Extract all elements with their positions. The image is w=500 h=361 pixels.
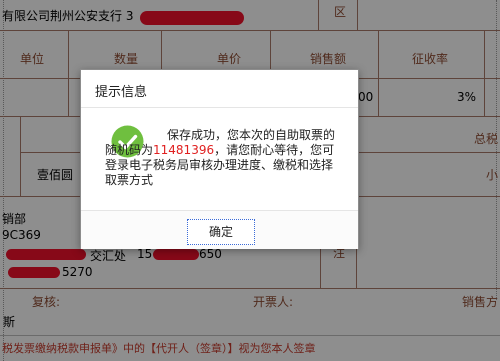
dialog-footer: 确定	[81, 210, 358, 249]
message-dialog: 提示信息 保存成功，您本次的自助取票的随机码为11481396，请您耐心等待，您…	[80, 69, 359, 249]
dialog-message: 保存成功，您本次的自助取票的随机码为11481396，请您耐心等待，您可登录电子…	[105, 128, 341, 188]
confirm-button[interactable]: 确定	[187, 219, 255, 245]
pickup-code: 11481396	[153, 143, 215, 157]
dialog-header: 提示信息	[81, 70, 358, 108]
dialog-title: 提示信息	[95, 85, 148, 100]
